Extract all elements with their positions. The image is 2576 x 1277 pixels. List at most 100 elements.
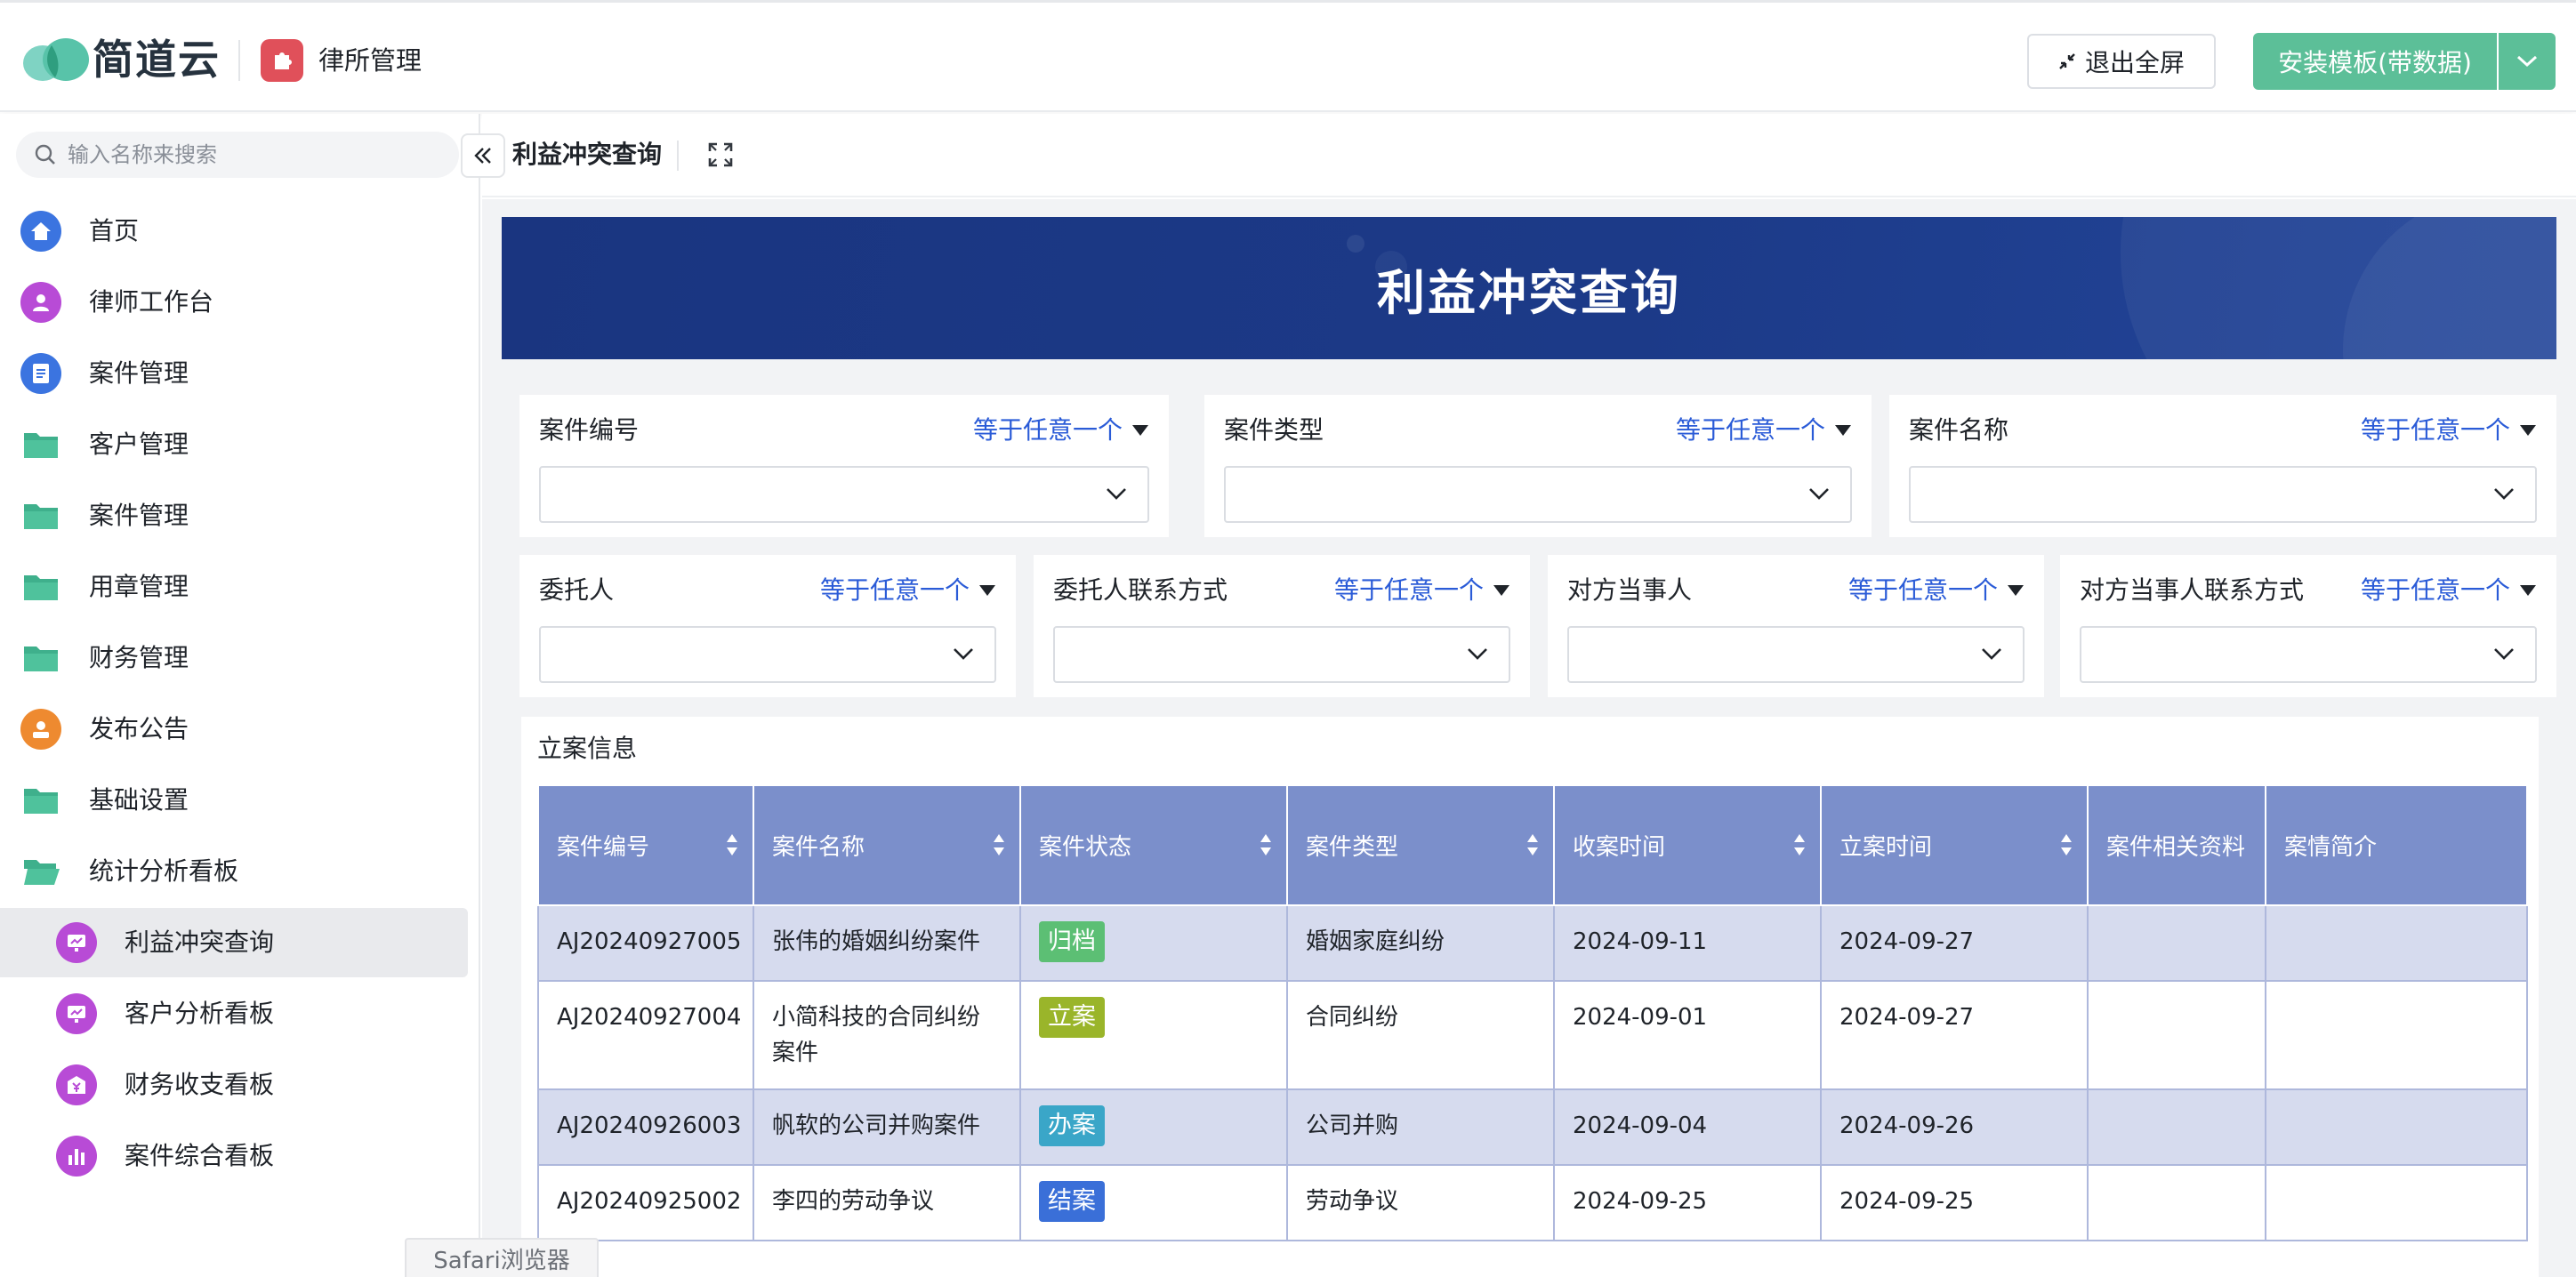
filter-operator-dropdown[interactable]: 等于任意一个	[1676, 413, 1852, 448]
column-header-case-number[interactable]: 案件编号	[537, 786, 754, 906]
cell-case-docs	[2087, 1088, 2266, 1166]
filter-operator-label: 等于任意一个	[1675, 415, 1825, 445]
sidebar-item-label: 客户分析看板	[125, 999, 275, 1028]
sidebar-item-client-management[interactable]: 客户管理	[0, 410, 468, 479]
status-badge: 办案	[1039, 1105, 1105, 1146]
sidebar-item-home[interactable]: 首页	[0, 197, 468, 266]
sidebar-item-lawyer-workbench[interactable]: 律师工作台	[0, 268, 468, 337]
dashboard-icon	[55, 992, 98, 1035]
caret-down-icon	[1493, 585, 1509, 596]
filter-operator-dropdown[interactable]: 等于任意一个	[973, 413, 1149, 448]
filter-operator-label: 等于任意一个	[2360, 575, 2510, 605]
column-header-label: 案件状态	[1039, 834, 1132, 861]
filter-operator-label: 等于任意一个	[2360, 415, 2510, 445]
filter-case-name: 案件名称 等于任意一个	[1889, 395, 2556, 537]
dashboard-icon	[55, 921, 98, 964]
filter-select[interactable]	[1567, 626, 2025, 683]
filter-opposing-party-contact: 对方当事人联系方式 等于任意一个	[2060, 555, 2556, 697]
filter-client-contact: 委托人联系方式 等于任意一个	[1034, 555, 1530, 697]
filter-label: 案件类型	[1224, 415, 1324, 445]
sidebar-item-client-analytics[interactable]: 客户分析看板	[0, 979, 468, 1048]
search-icon	[35, 144, 55, 165]
filter-case-type: 案件类型 等于任意一个	[1204, 395, 1872, 537]
exit-fullscreen-label: 退出全屏	[2084, 48, 2185, 77]
filter-label: 对方当事人	[1567, 575, 1693, 605]
status-badge: 立案	[1039, 997, 1105, 1038]
chevron-down-icon	[2494, 488, 2514, 500]
folder-icon	[20, 423, 62, 466]
sidebar-item-label: 利益冲突查询	[125, 928, 275, 957]
filter-select[interactable]	[539, 626, 996, 683]
filter-label: 案件名称	[1909, 415, 2009, 445]
sidebar-item-case-dashboard[interactable]: 案件综合看板	[0, 1121, 468, 1191]
sidebar-search[interactable]	[16, 132, 459, 178]
filter-label: 委托人	[539, 575, 615, 605]
filter-operator-dropdown[interactable]: 等于任意一个	[1848, 573, 2025, 608]
folder-icon	[20, 637, 62, 679]
sidebar-item-finance-dashboard[interactable]: 财务收支看板	[0, 1050, 468, 1120]
cell-received-date: 2024-09-25	[1553, 1164, 1822, 1241]
sidebar-item-case-folder[interactable]: 案件管理	[0, 481, 468, 550]
sidebar-search-input[interactable]	[68, 142, 441, 167]
sidebar-item-label: 案件管理	[89, 501, 189, 530]
filter-label: 委托人联系方式	[1053, 575, 1228, 605]
filter-operator-label: 等于任意一个	[819, 575, 970, 605]
filter-operator-dropdown[interactable]: 等于任意一个	[2361, 413, 2537, 448]
filter-operator-dropdown[interactable]: 等于任意一个	[2361, 573, 2537, 608]
filter-operator-dropdown[interactable]: 等于任意一个	[820, 573, 996, 608]
sidebar-collapse-button[interactable]	[461, 133, 505, 178]
column-header-case-type[interactable]: 案件类型	[1286, 786, 1555, 906]
caret-down-icon	[2008, 585, 2024, 596]
sidebar-item-basic-settings[interactable]: 基础设置	[0, 766, 468, 835]
sidebar-item-conflict-query[interactable]: 利益冲突查询	[0, 908, 468, 977]
cell-case-name: 小简科技的合同纠纷案件	[753, 980, 1021, 1090]
sort-icon	[1260, 834, 1271, 855]
chevron-down-icon	[1107, 488, 1126, 500]
column-header-filed-date[interactable]: 立案时间	[1820, 786, 2089, 906]
filter-select[interactable]	[539, 466, 1149, 523]
filter-select[interactable]	[2080, 626, 2537, 683]
sort-icon	[2061, 834, 2072, 855]
dashboard-banner: 利益冲突查询	[502, 217, 2556, 359]
announcement-icon	[20, 708, 62, 751]
table-row[interactable]: AJ20240925002 李四的劳动争议 结案 劳动争议 2024-09-25…	[537, 1164, 2528, 1241]
column-header-case-name[interactable]: 案件名称	[753, 786, 1021, 906]
filter-select[interactable]	[1909, 466, 2537, 523]
filter-client: 委托人 等于任意一个	[519, 555, 1016, 697]
install-template-button[interactable]: 安装模板(带数据)	[2253, 33, 2497, 90]
sidebar-item-seal-management[interactable]: 用章管理	[0, 552, 468, 622]
filter-select[interactable]	[1224, 466, 1852, 523]
cell-case-name: 张伟的婚姻纠纷案件	[753, 904, 1021, 982]
table-row[interactable]: AJ20240927005 张伟的婚姻纠纷案件 归档 婚姻家庭纠纷 2024-0…	[537, 904, 2528, 982]
column-header-case-status[interactable]: 案件状态	[1019, 786, 1288, 906]
cell-case-docs	[2087, 904, 2266, 982]
folder-icon	[20, 779, 62, 822]
chevron-down-icon	[2494, 648, 2514, 660]
fullscreen-expand-icon[interactable]	[704, 139, 737, 171]
exit-fullscreen-button[interactable]: 退出全屏	[2027, 34, 2216, 89]
folder-icon	[20, 494, 62, 537]
sidebar-item-announcement[interactable]: 发布公告	[0, 695, 468, 764]
sidebar-item-analytics-dashboard[interactable]: 统计分析看板	[0, 837, 468, 906]
sidebar: 首页 律师工作台 案件管理 客户管理 案件管理 用章管理	[0, 114, 480, 1277]
table-row[interactable]: AJ20240927004 小简科技的合同纠纷案件 立案 合同纠纷 2024-0…	[537, 980, 2528, 1090]
column-header-case-summary: 案情简介	[2265, 786, 2528, 906]
app-name[interactable]: 律所管理	[318, 42, 422, 79]
cell-case-status: 归档	[1019, 904, 1288, 982]
cell-filed-date: 2024-09-25	[1820, 1164, 2089, 1241]
install-dropdown-button[interactable]	[2499, 33, 2556, 90]
filter-select[interactable]	[1053, 626, 1510, 683]
cell-filed-date: 2024-09-26	[1820, 1088, 2089, 1166]
filter-operator-dropdown[interactable]: 等于任意一个	[1334, 573, 1510, 608]
app-puzzle-icon[interactable]	[261, 39, 303, 82]
sidebar-item-case-management[interactable]: 案件管理	[0, 339, 468, 408]
sidebar-item-label: 案件管理	[89, 358, 189, 388]
column-header-label: 收案时间	[1573, 834, 1666, 861]
sidebar-item-finance-management[interactable]: 财务管理	[0, 623, 468, 693]
cell-case-number: AJ20240927005	[537, 904, 754, 982]
header-divider	[238, 40, 240, 81]
cell-case-name: 李四的劳动争议	[753, 1164, 1021, 1241]
column-header-received-date[interactable]: 收案时间	[1553, 786, 1822, 906]
cell-case-number: AJ20240925002	[537, 1164, 754, 1241]
table-row[interactable]: AJ20240926003 帆软的公司并购案件 办案 公司并购 2024-09-…	[537, 1088, 2528, 1166]
